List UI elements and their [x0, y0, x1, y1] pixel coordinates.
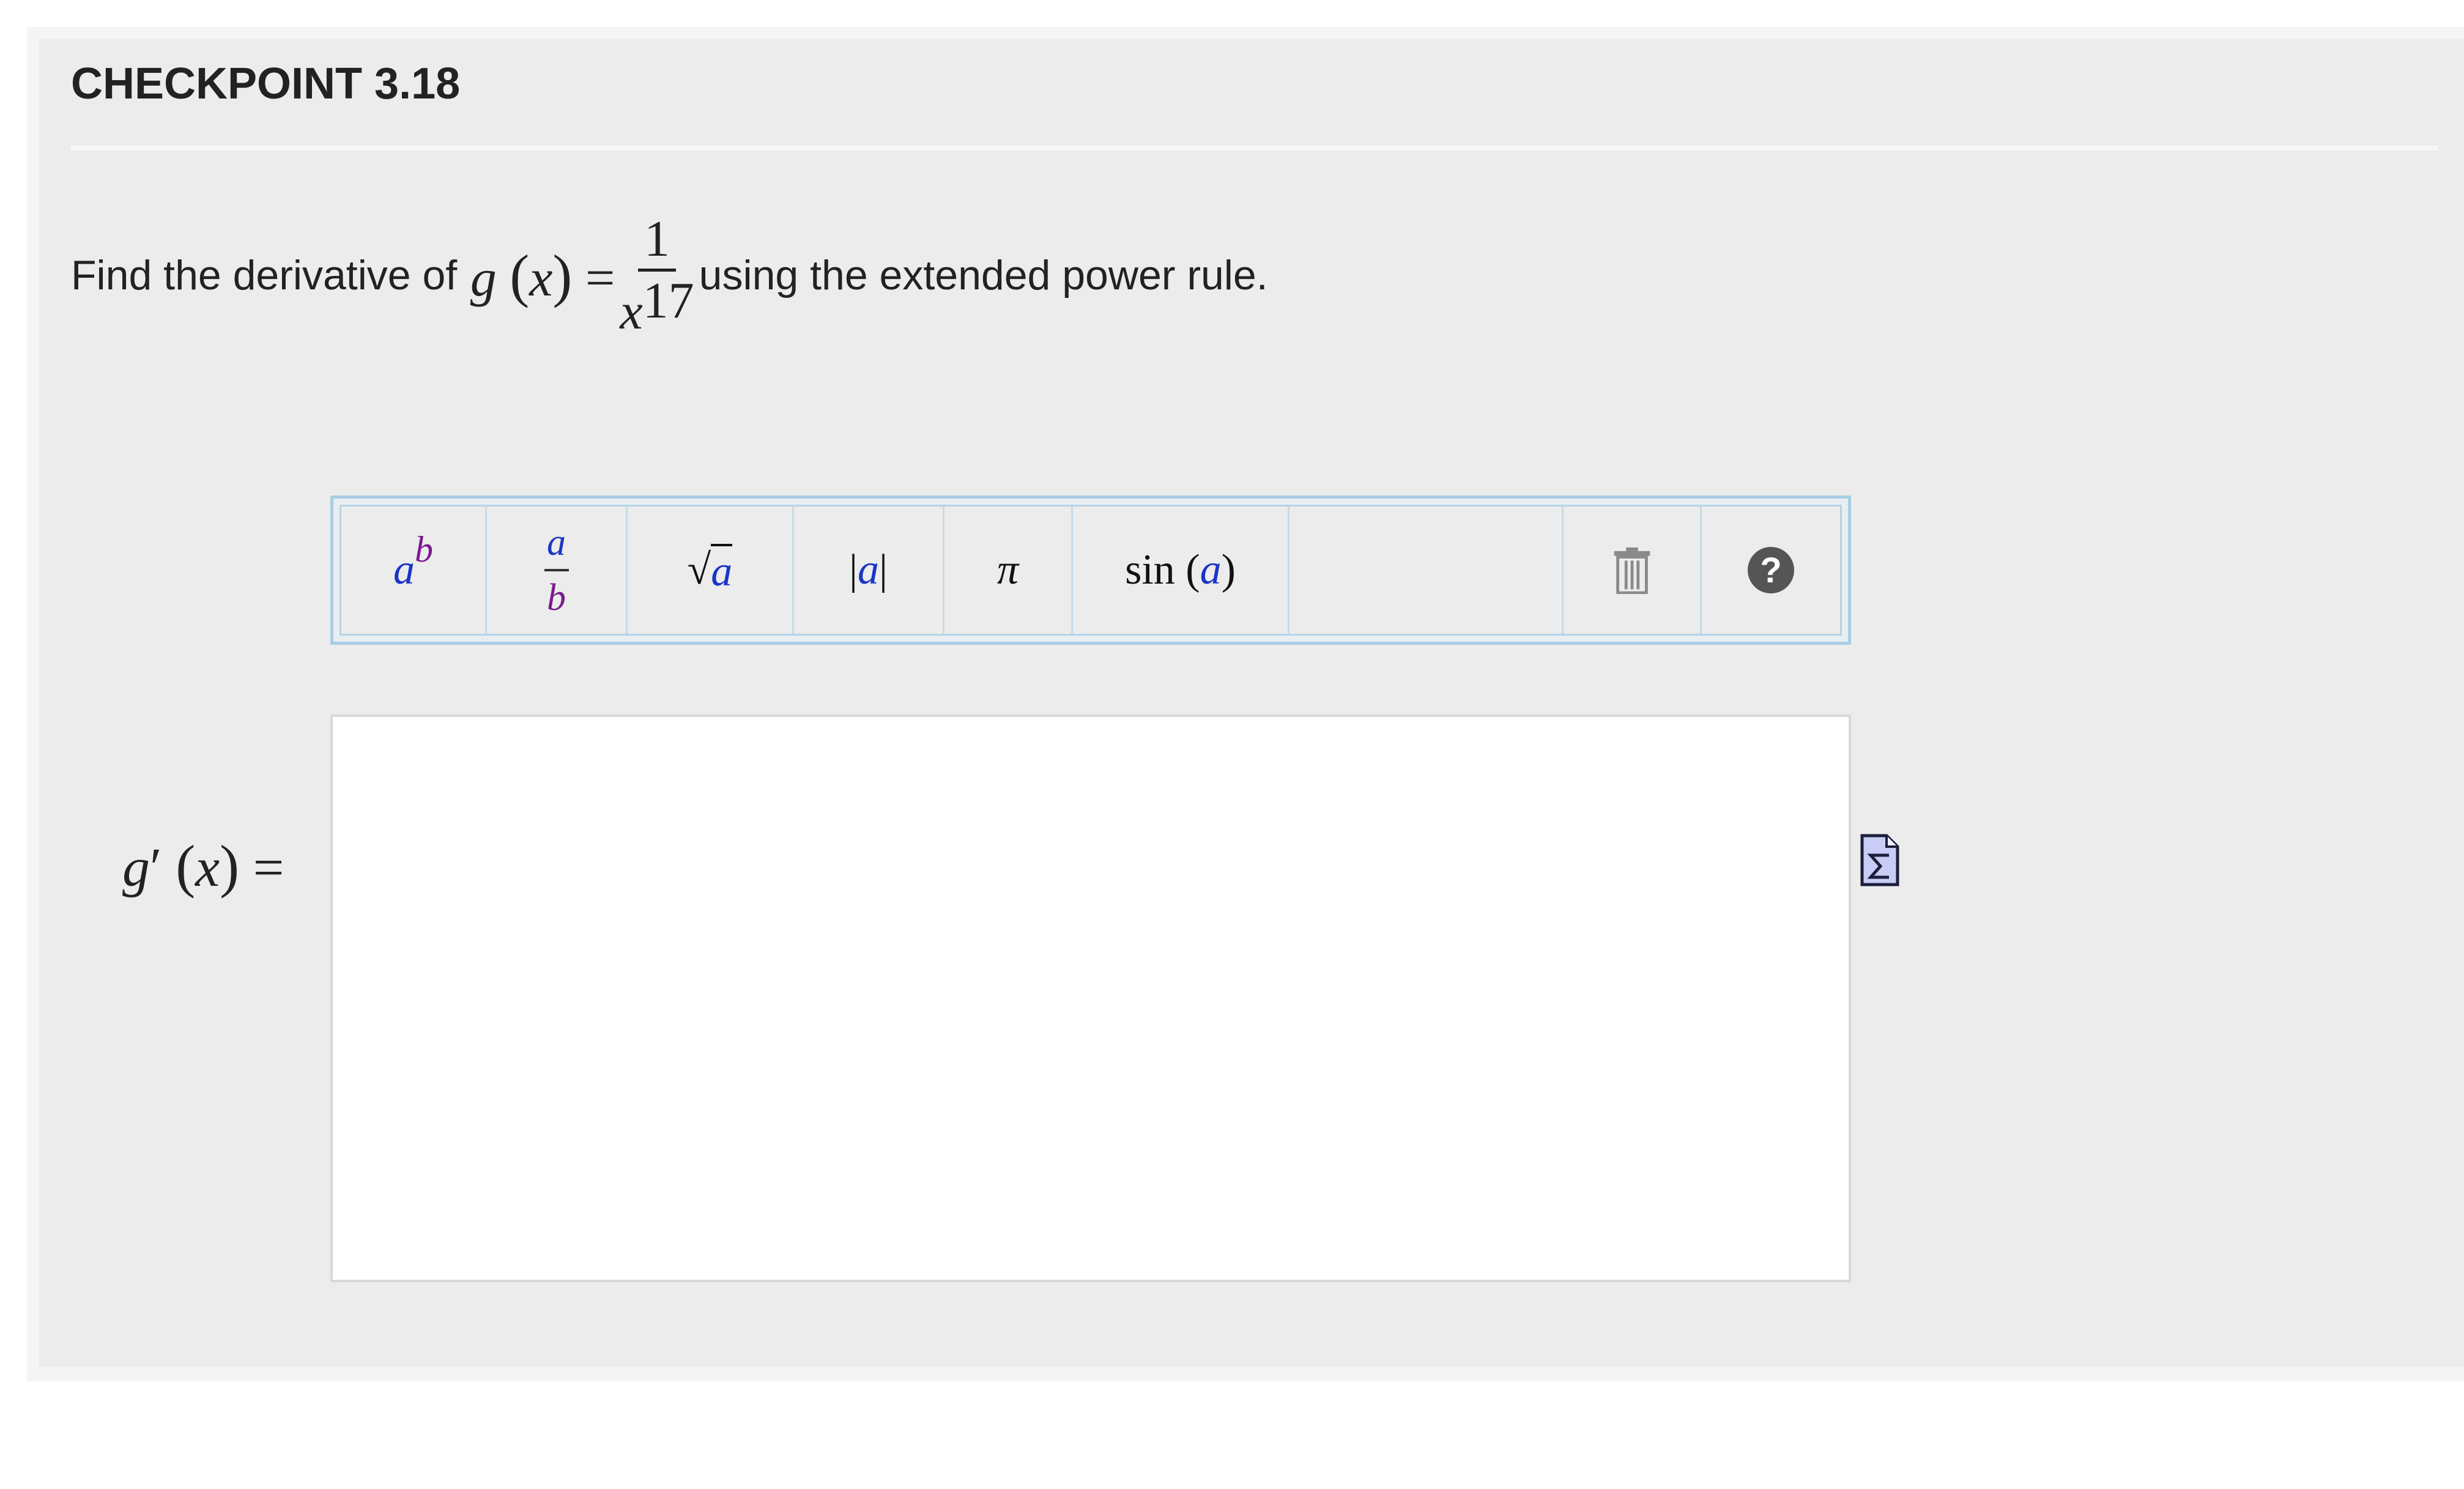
question-circle-icon: ? [1748, 547, 1794, 593]
sine-close-paren: ) [1221, 546, 1236, 593]
math-toolbar-buttons: ab a b √ a | a | π sin (a) ? [340, 505, 1842, 636]
question-suffix: using the extended power rule. [699, 252, 1268, 299]
fraction-numerator: 1 [638, 213, 676, 272]
help-button[interactable]: ? [1702, 507, 1840, 634]
equals-sign: = [585, 248, 615, 307]
root-symbol: √ [687, 546, 711, 593]
fraction-glyph-num: a [547, 522, 566, 563]
question-text: Find the derivative of g (x) = 1 x17 usi… [71, 202, 1268, 349]
fraction-glyph-bar [544, 569, 569, 571]
function-fraction: 1 x17 [620, 213, 694, 338]
heading-divider [71, 146, 2438, 150]
exponent-power: b [415, 529, 433, 570]
answer-equals: = [253, 837, 284, 898]
fraction-button[interactable]: a b [487, 507, 628, 634]
clear-button[interactable] [1564, 507, 1702, 634]
pi-button[interactable]: π [944, 507, 1073, 634]
answer-func: g [122, 837, 150, 898]
math-toolbar: ab a b √ a | a | π sin (a) ? [330, 496, 1851, 645]
sine-button[interactable]: sin (a) [1073, 507, 1290, 634]
question-prefix: Find the derivative of [71, 252, 458, 299]
sine-open-paren: ( [1186, 546, 1200, 593]
exponent-base: a [393, 546, 415, 593]
root-argument: a [711, 544, 733, 596]
denominator-base: x [620, 283, 643, 340]
fraction-glyph: a b [544, 524, 569, 617]
function-name: g [470, 248, 497, 307]
equation-editor-icon[interactable] [1860, 833, 1900, 887]
trash-icon [1614, 547, 1650, 594]
pi-symbol: π [996, 546, 1019, 593]
toolbar-spacer [1290, 507, 1564, 634]
fraction-denominator: x17 [620, 272, 694, 338]
abs-argument: a [858, 546, 879, 593]
absolute-value-button[interactable]: | a | [794, 507, 944, 634]
function-variable: x [529, 248, 553, 307]
answer-label: g′ (x) = [122, 833, 284, 899]
square-root-button[interactable]: √ a [628, 507, 794, 634]
sine-func: sin [1125, 546, 1175, 593]
answer-prime: ′ [150, 837, 162, 898]
function-expression: g (x) = [470, 242, 615, 308]
answer-var: x [195, 837, 220, 898]
fraction-glyph-den: b [547, 577, 566, 618]
answer-input[interactable] [330, 715, 1851, 1282]
sine-argument: a [1200, 546, 1222, 593]
checkpoint-heading: CHECKPOINT 3.18 [71, 59, 461, 108]
abs-bar-left: | [848, 546, 858, 593]
abs-bar-right: | [879, 546, 888, 593]
exponent-button[interactable]: ab [341, 507, 487, 634]
denominator-exponent: 17 [642, 272, 694, 329]
